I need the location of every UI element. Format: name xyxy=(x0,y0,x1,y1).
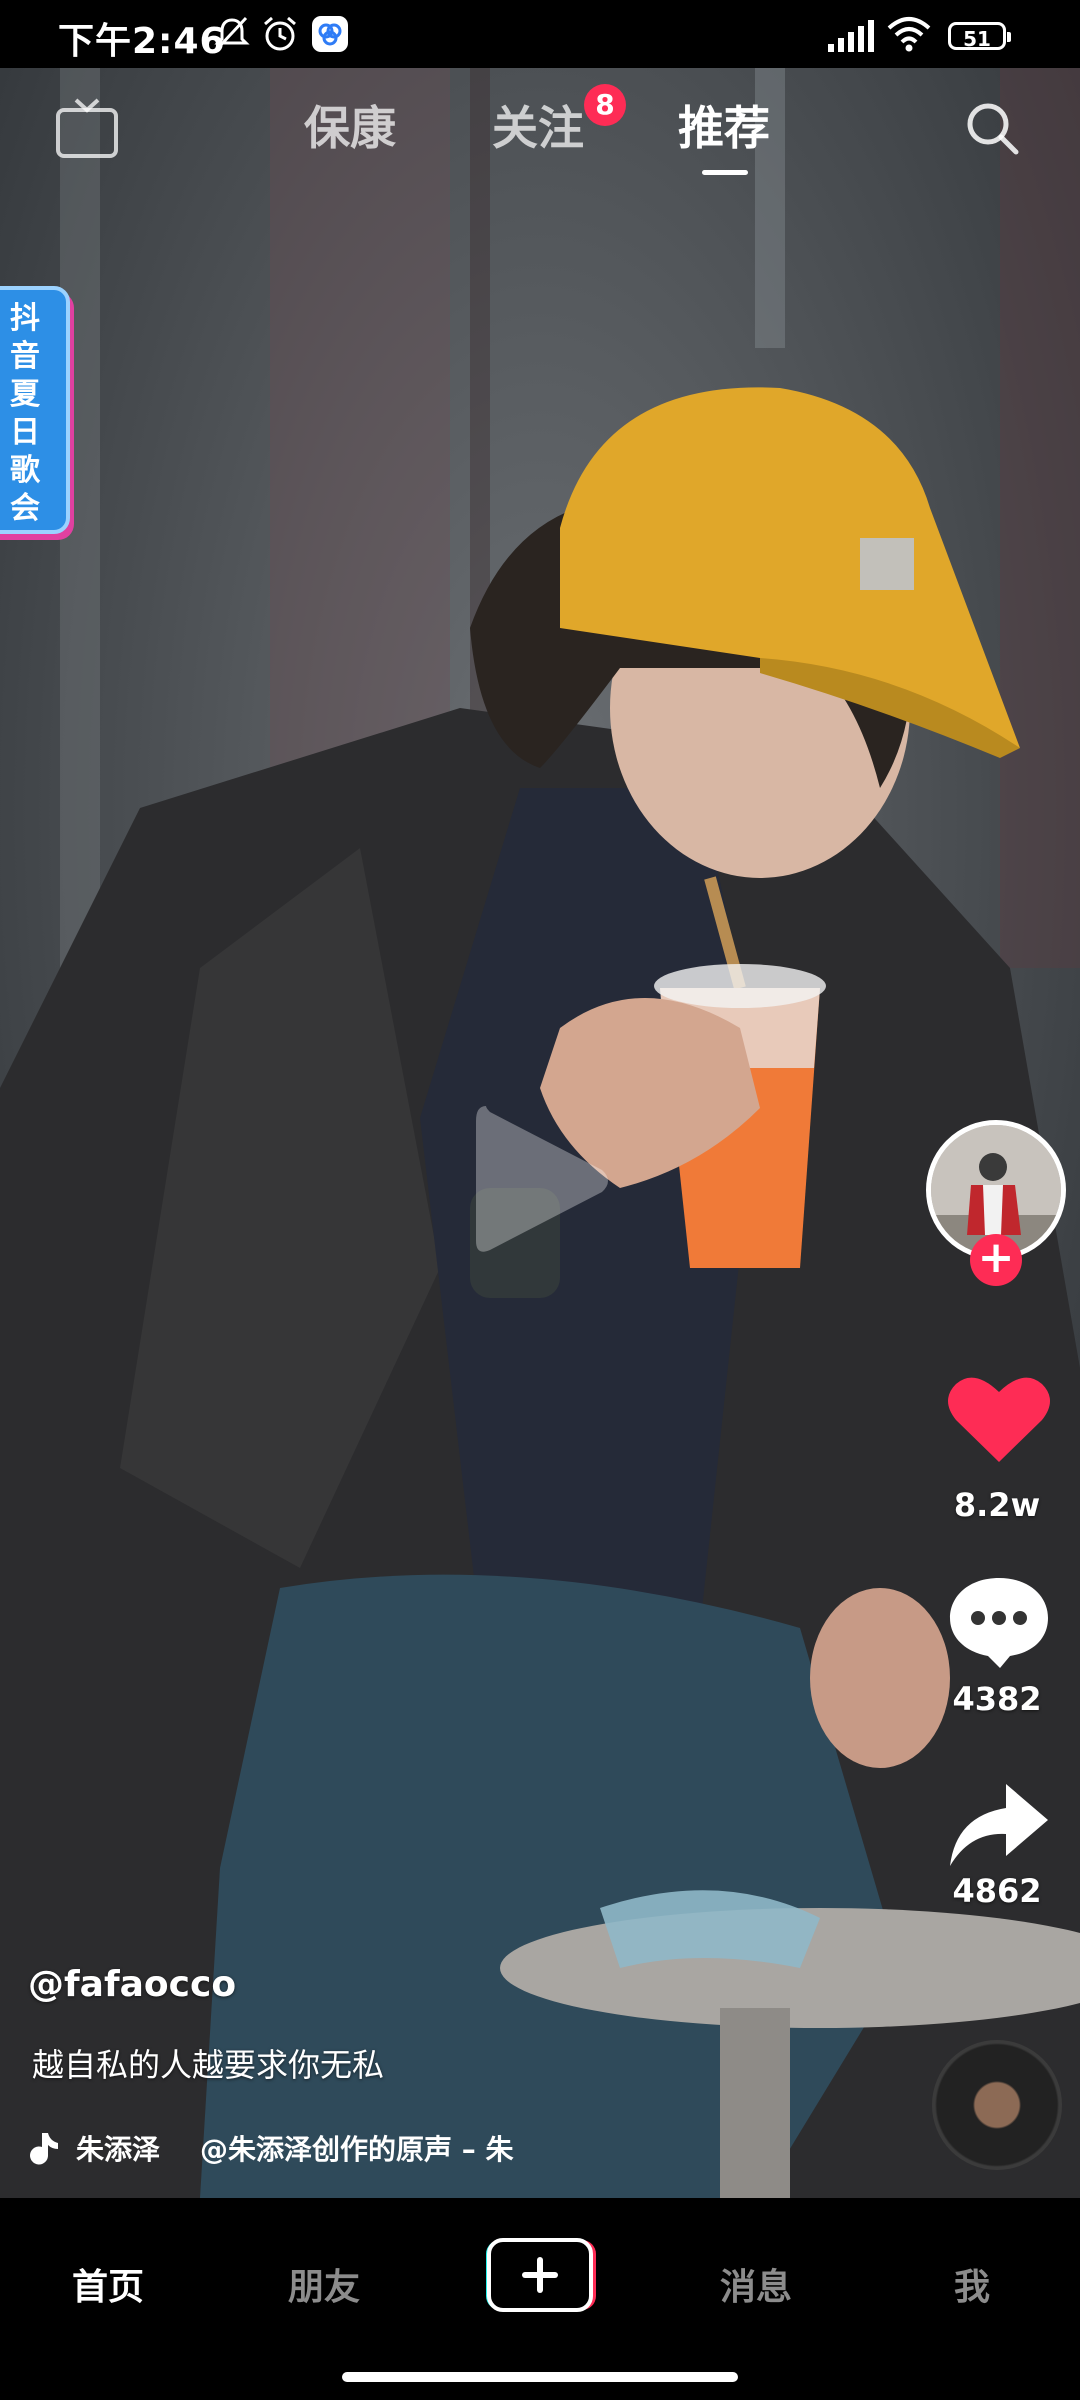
home-indicator[interactable] xyxy=(342,2372,738,2382)
summer-song-banner-label: 抖音夏日歌会 xyxy=(10,301,40,526)
signal-icon xyxy=(828,20,874,52)
alarm-icon xyxy=(264,16,296,51)
music-title: @朱添泽创作的原声 – 朱 xyxy=(200,2133,514,2166)
music-artist: 朱添泽 xyxy=(76,2133,161,2166)
heart-icon[interactable] xyxy=(944,1370,1054,1470)
post-username[interactable]: @fafaocco xyxy=(28,1964,236,2005)
tab-following[interactable]: 关注 xyxy=(492,92,584,158)
app-notification-icon xyxy=(312,16,348,52)
create-button[interactable] xyxy=(484,2238,596,2312)
music-note-icon xyxy=(30,2133,58,2165)
share-count: 4862 xyxy=(952,1872,1042,1910)
following-badge: 8 xyxy=(584,84,626,126)
mute-bell-icon xyxy=(214,16,250,50)
search-icon[interactable] xyxy=(962,98,1022,158)
comment-icon[interactable] xyxy=(944,1572,1054,1672)
like-count: 8.2w xyxy=(953,1486,1041,1524)
tab-baokang[interactable]: 保康 xyxy=(304,92,396,158)
music-disc[interactable] xyxy=(932,2040,1062,2170)
music-info[interactable]: 朱添泽 @朱添泽创作的原声 – 朱 xyxy=(28,2128,514,2168)
nav-messages[interactable]: 消息 xyxy=(720,2258,792,2310)
live-tv-icon[interactable] xyxy=(54,96,120,162)
wifi-icon xyxy=(887,17,931,52)
active-tab-indicator xyxy=(702,170,748,175)
follow-plus-button[interactable]: + xyxy=(970,1234,1022,1286)
status-time: 下午2:46 xyxy=(58,21,226,62)
battery-indicator: 51 xyxy=(948,22,1011,51)
summer-song-banner[interactable]: 抖音夏日歌会 xyxy=(0,286,70,534)
share-icon[interactable] xyxy=(944,1776,1054,1876)
comment-count: 4382 xyxy=(952,1680,1042,1718)
nav-friends[interactable]: 朋友 xyxy=(288,2258,360,2310)
nav-home[interactable]: 首页 xyxy=(72,2258,144,2310)
tab-recommended[interactable]: 推荐 xyxy=(678,92,770,158)
post-caption: 越自私的人越要求你无私 xyxy=(32,2046,385,2084)
nav-me[interactable]: 我 xyxy=(954,2258,990,2310)
play-icon[interactable] xyxy=(466,1096,616,1266)
